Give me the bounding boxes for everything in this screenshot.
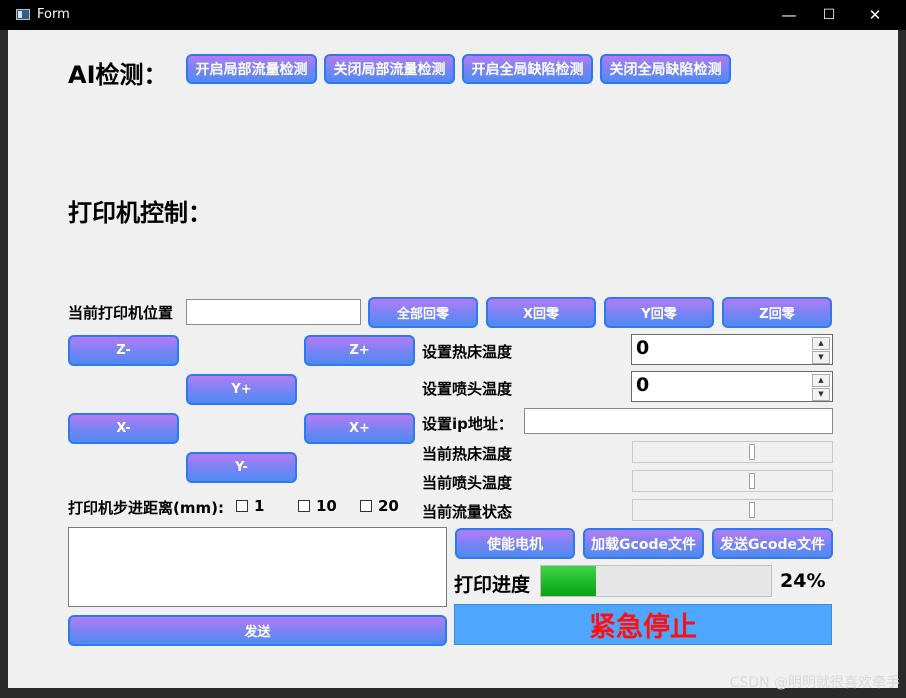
slider-handle[interactable]: [749, 444, 755, 460]
y-minus-button[interactable]: Y-: [186, 452, 297, 483]
start-global-defect-button[interactable]: 开启全局缺陷检测: [462, 54, 593, 84]
step-label: 打印机步进距离(mm):: [68, 499, 224, 517]
position-field[interactable]: [186, 299, 361, 325]
app-icon: [16, 9, 30, 20]
progress-percent: 24%: [780, 570, 826, 592]
nozzle-temp-value[interactable]: 0: [636, 374, 649, 396]
current-flow-label: 当前流量状态: [422, 503, 513, 521]
home-all-button[interactable]: 全部回零: [368, 297, 478, 328]
window-title: Form: [37, 7, 70, 22]
checkbox-box[interactable]: [360, 500, 372, 512]
checkbox-box[interactable]: [236, 500, 248, 512]
position-label: 当前打印机位置: [68, 304, 174, 322]
slider-handle[interactable]: [749, 473, 755, 489]
load-gcode-button[interactable]: 加载Gcode文件: [583, 528, 704, 559]
spin-arrows[interactable]: ▲ ▼: [812, 337, 830, 364]
current-nozzle-slider[interactable]: [632, 470, 833, 492]
enable-motor-button[interactable]: 使能电机: [455, 528, 575, 559]
step-1-checkbox[interactable]: 1: [236, 497, 264, 515]
bed-temp-label: 设置热床温度: [422, 343, 513, 361]
send-gcode-button[interactable]: 发送Gcode文件: [712, 528, 833, 559]
progress-fill: [541, 566, 597, 596]
spin-up-icon[interactable]: ▲: [812, 374, 830, 387]
progress-bar: [540, 565, 772, 597]
step-20-checkbox[interactable]: 20: [360, 497, 399, 515]
printer-heading: 打印机控制：: [68, 199, 212, 227]
step-20-label: 20: [378, 497, 399, 515]
spin-up-icon[interactable]: ▲: [812, 337, 830, 350]
bed-temp-spinbox[interactable]: 0 ▲ ▼: [631, 334, 833, 365]
bed-temp-value[interactable]: 0: [636, 337, 649, 359]
ip-field[interactable]: [524, 408, 833, 434]
current-nozzle-label: 当前喷头温度: [422, 474, 513, 492]
maximize-button[interactable]: ☐: [806, 0, 852, 30]
spin-down-icon[interactable]: ▼: [812, 351, 830, 364]
command-textarea[interactable]: [68, 527, 447, 607]
stop-local-flow-button[interactable]: 关闭局部流量检测: [324, 54, 455, 84]
slider-handle[interactable]: [749, 502, 755, 518]
stop-global-defect-button[interactable]: 关闭全局缺陷检测: [600, 54, 731, 84]
x-minus-button[interactable]: X-: [68, 413, 179, 444]
step-10-checkbox[interactable]: 10: [298, 497, 337, 515]
nozzle-temp-label: 设置喷头温度: [422, 380, 513, 398]
y-plus-button[interactable]: Y+: [186, 374, 297, 405]
ai-heading: AI检测：: [68, 61, 168, 89]
home-z-button[interactable]: Z回零: [722, 297, 832, 328]
close-button[interactable]: ✕: [852, 0, 898, 30]
spin-down-icon[interactable]: ▼: [812, 388, 830, 401]
current-bed-label: 当前热床温度: [422, 445, 513, 463]
current-flow-slider[interactable]: [632, 499, 833, 521]
current-bed-slider[interactable]: [632, 441, 833, 463]
step-1-label: 1: [254, 497, 265, 515]
home-y-button[interactable]: Y回零: [604, 297, 714, 328]
x-plus-button[interactable]: X+: [304, 413, 415, 444]
start-local-flow-button[interactable]: 开启局部流量检测: [186, 54, 317, 84]
send-button[interactable]: 发送: [68, 615, 447, 646]
ip-label: 设置ip地址：: [422, 415, 513, 433]
z-plus-button[interactable]: Z+: [304, 335, 415, 366]
nozzle-temp-spinbox[interactable]: 0 ▲ ▼: [631, 371, 833, 402]
z-minus-button[interactable]: Z-: [68, 335, 179, 366]
checkbox-box[interactable]: [298, 500, 310, 512]
step-10-label: 10: [316, 497, 337, 515]
title-bar: Form — ☐ ✕: [0, 0, 906, 30]
watermark: CSDN @明明就很喜欢牵手: [729, 675, 900, 691]
progress-label: 打印进度: [454, 574, 531, 596]
home-x-button[interactable]: X回零: [486, 297, 596, 328]
emergency-stop-button[interactable]: 紧急停止: [454, 604, 832, 645]
spin-arrows[interactable]: ▲ ▼: [812, 374, 830, 401]
